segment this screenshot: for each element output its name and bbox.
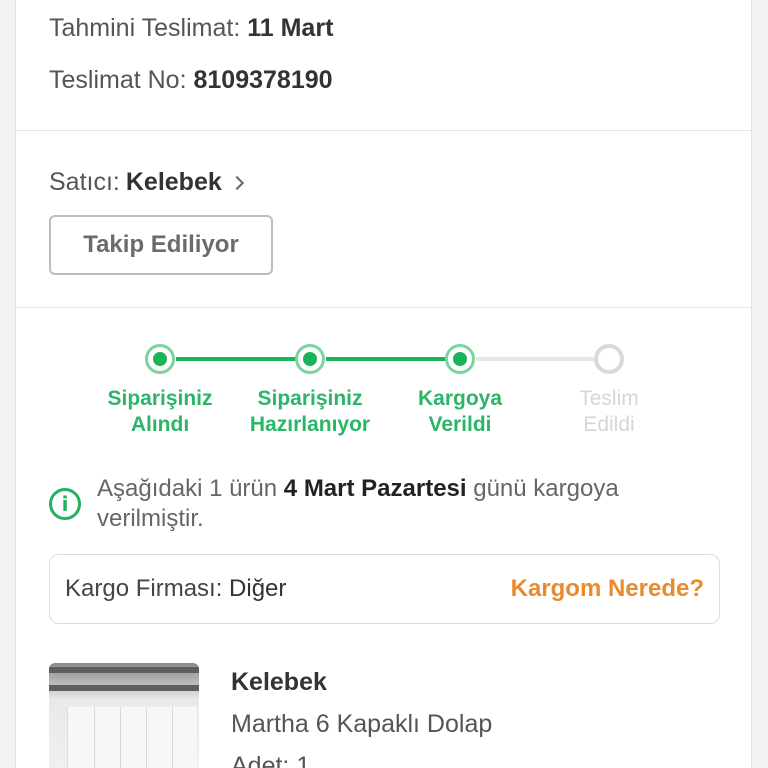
- delivery-number-value: 8109378190: [193, 66, 333, 94]
- delivery-number-label: Teslimat No:: [49, 66, 187, 94]
- seller-label: Satıcı:: [49, 168, 120, 196]
- step-label: Teslim Edildi: [579, 387, 639, 436]
- step-connector: [176, 357, 309, 361]
- cargo-box: Kargo Firması: Diğer Kargom Nerede?: [49, 554, 720, 624]
- product-brand: Kelebek: [231, 668, 327, 696]
- chevron-right-icon: [229, 175, 244, 190]
- seller-link[interactable]: Satıcı: Kelebek: [49, 168, 244, 197]
- product-quantity: Adet: 1: [231, 752, 311, 768]
- eta-value: 11 Mart: [247, 14, 334, 42]
- step-connector: [326, 357, 459, 361]
- step-done-icon: [445, 344, 475, 374]
- eta-label: Tahmini Teslimat:: [49, 14, 241, 42]
- track-cargo-link[interactable]: Kargom Nerede?: [511, 575, 704, 603]
- shipment-info-text: Aşağıdaki 1 ürün 4 Mart Pazartesi günü k…: [97, 475, 619, 532]
- shipment-date: 4 Mart Pazartesi: [283, 475, 467, 502]
- step-label: Siparişiniz Alındı: [107, 387, 213, 436]
- divider: [16, 307, 751, 308]
- step-connector: [476, 357, 609, 361]
- product-image[interactable]: [49, 663, 199, 768]
- follow-button[interactable]: Takip Ediliyor: [49, 215, 273, 275]
- estimated-delivery: Tahmini Teslimat: 11 Mart: [49, 14, 333, 43]
- cargo-company-name: Diğer: [229, 575, 287, 602]
- delivery-number: Teslimat No: 8109378190: [49, 66, 333, 95]
- step-done-icon: [145, 344, 175, 374]
- divider: [16, 130, 751, 131]
- step-label: Siparişiniz Hazırlanıyor: [249, 387, 371, 436]
- seller-name: Kelebek: [125, 168, 222, 196]
- info-icon: i: [49, 488, 81, 520]
- step-label: Kargoya Verildi: [417, 387, 503, 436]
- product-name[interactable]: Martha 6 Kapaklı Dolap: [231, 710, 492, 739]
- cargo-company: Kargo Firması: Diğer: [65, 575, 287, 602]
- step-pending-icon: [594, 344, 624, 374]
- order-detail-card: Tahmini Teslimat: 11 Mart Teslimat No: 8…: [15, 0, 752, 768]
- step-done-icon: [295, 344, 325, 374]
